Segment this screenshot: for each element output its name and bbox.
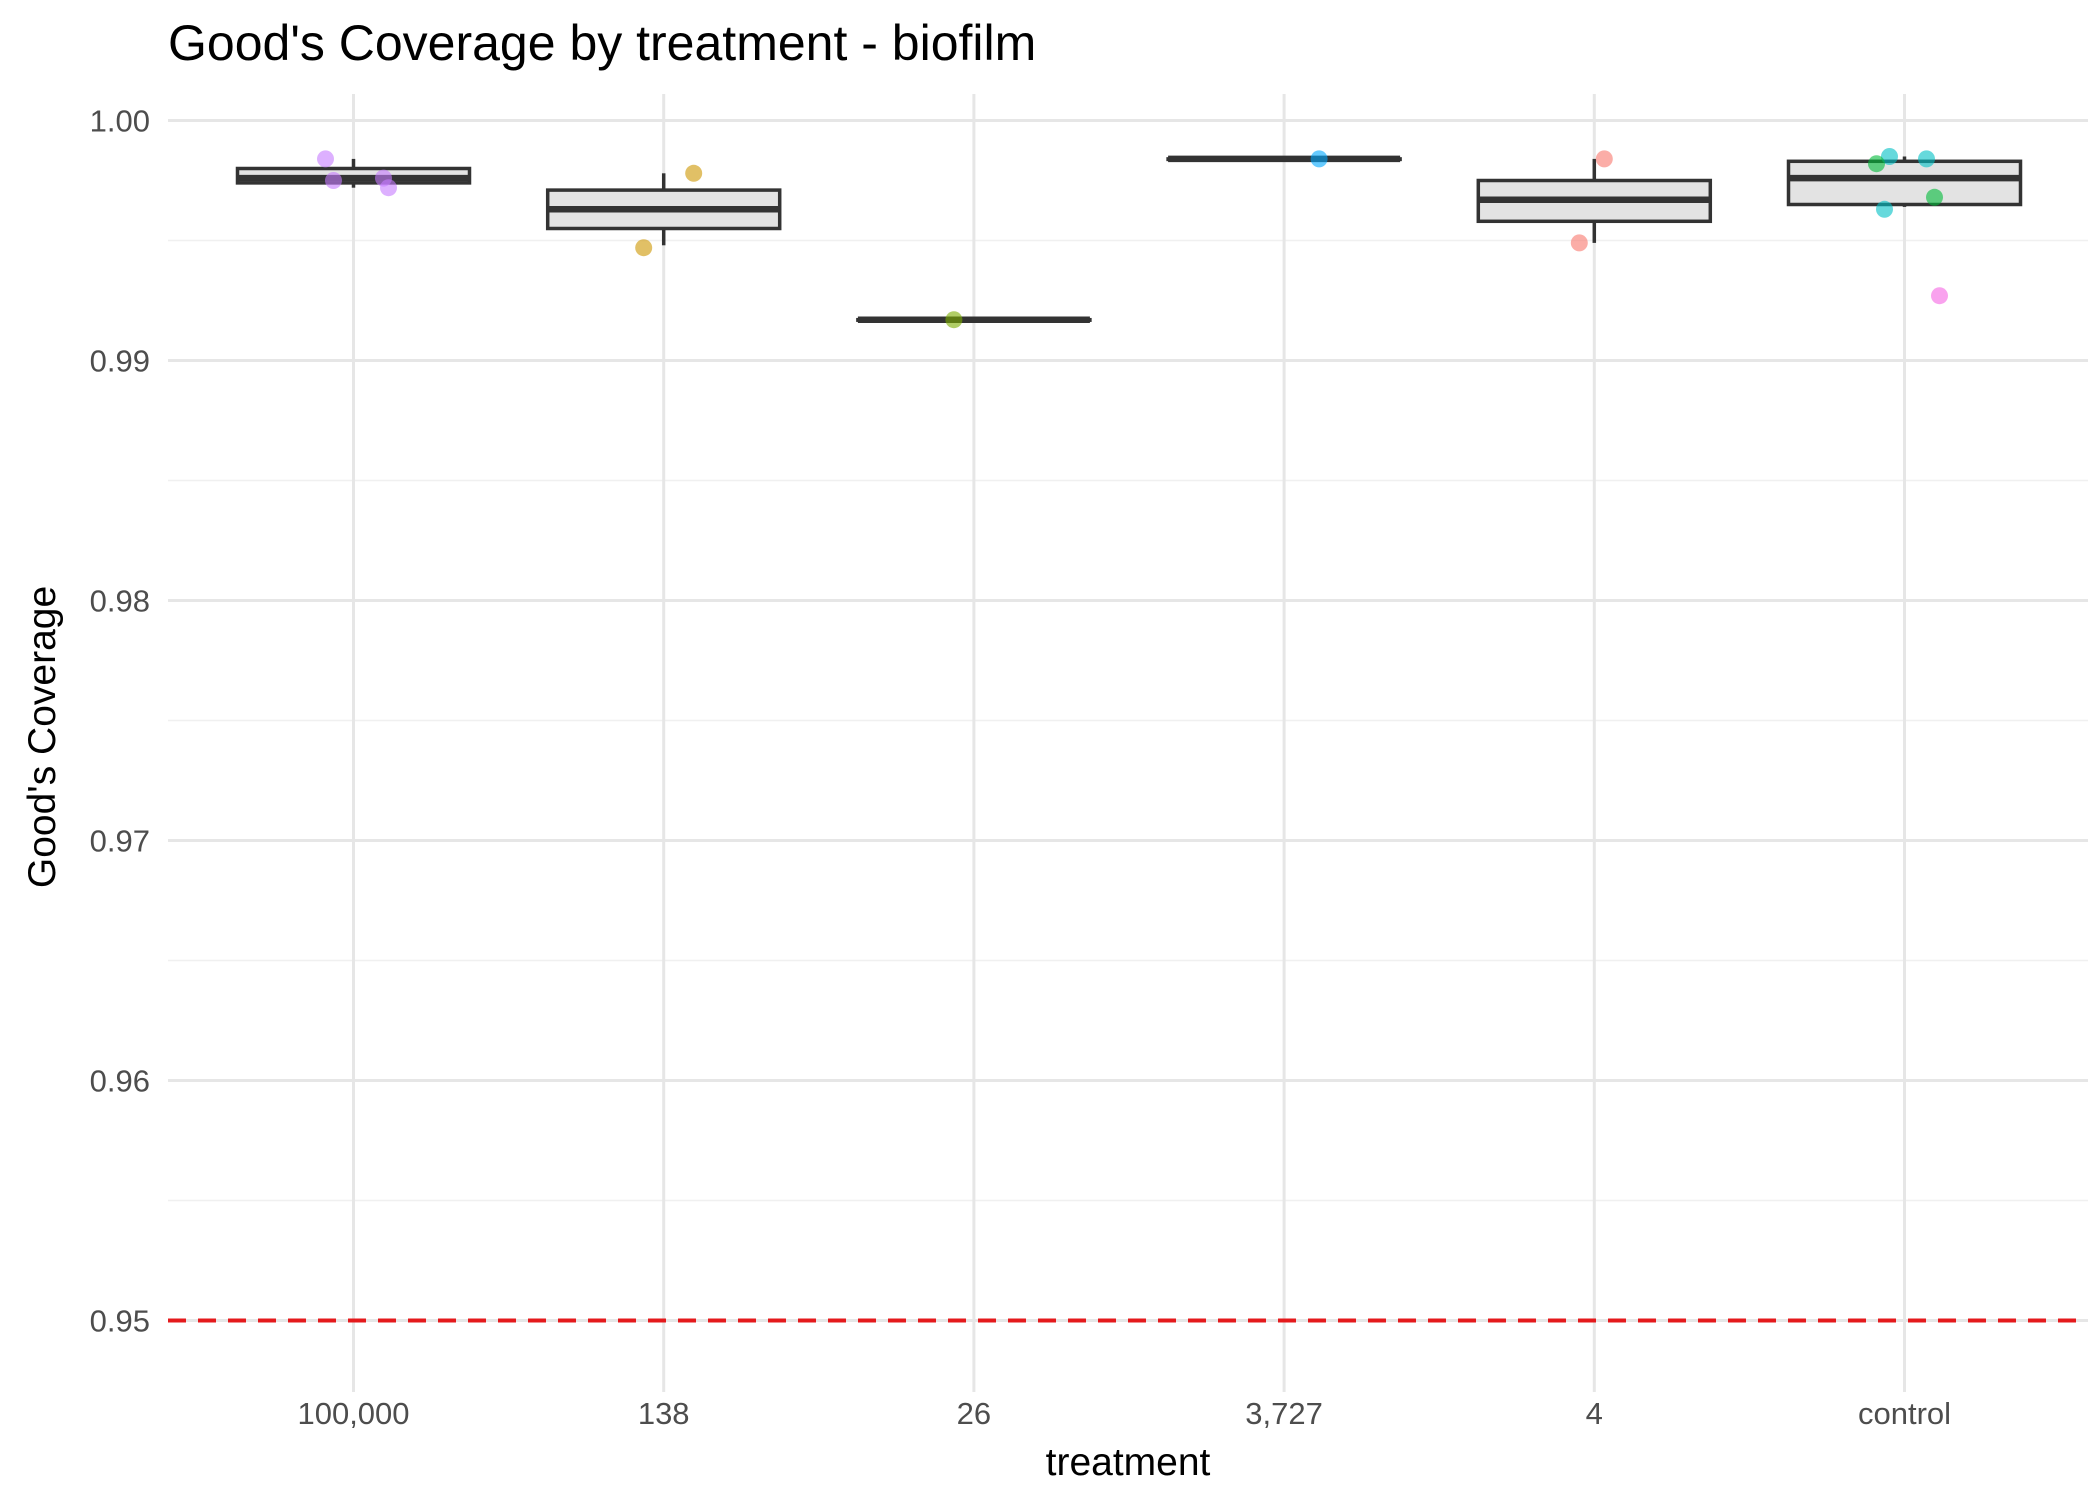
chart: 0.95 0.96 0.97 0.98 0.99 1.00 100,000 138 26 3,72… — [0, 0, 2100, 1500]
data-point — [325, 172, 342, 189]
data-point — [1918, 150, 1935, 168]
y-tick-label: 0.98 — [90, 584, 150, 619]
chart-canvas: 0.95 0.96 0.97 0.98 0.99 1.00 100,000 138 26 3,72… — [21, 15, 2088, 1484]
data-point — [635, 239, 653, 257]
data-point — [1570, 234, 1588, 252]
x-tick-label: 100,000 — [297, 1396, 409, 1431]
data-point — [317, 150, 334, 168]
y-tick-label: 0.95 — [90, 1304, 150, 1339]
x-tick-label: 3,727 — [1245, 1396, 1323, 1431]
data-point — [1868, 155, 1885, 173]
y-tick-label: 0.99 — [90, 344, 150, 379]
data-points — [317, 148, 1948, 329]
y-tick-label: 1.00 — [90, 104, 150, 139]
data-point — [1876, 200, 1893, 218]
grid — [168, 94, 2088, 1392]
x-axis-title: treatment — [1046, 1441, 1211, 1484]
x-tick-label: control — [1858, 1396, 1951, 1431]
boxplots — [235, 155, 2023, 323]
data-point — [380, 179, 397, 197]
data-point — [1931, 287, 1948, 305]
x-tick-label: 138 — [638, 1396, 690, 1431]
x-tick-label: 4 — [1586, 1396, 1603, 1431]
tick-labels: 0.95 0.96 0.97 0.98 0.99 1.00 100,000 138 26 3,72… — [90, 104, 1951, 1432]
x-tick-label: 26 — [957, 1396, 991, 1431]
data-point — [1595, 150, 1613, 168]
chart-title: Good's Coverage by treatment - biofilm — [168, 15, 1036, 71]
boxplot — [1166, 155, 1402, 163]
box — [1786, 159, 2023, 207]
boxplot — [1476, 158, 1713, 243]
y-axis-title: Good's Coverage — [21, 586, 64, 888]
data-point — [945, 311, 963, 329]
boxplot — [235, 158, 472, 188]
boxplot — [1786, 156, 2023, 207]
data-point — [1926, 188, 1943, 206]
boxplot — [545, 173, 782, 246]
y-tick-label: 0.97 — [90, 824, 150, 859]
y-tick-label: 0.96 — [90, 1064, 150, 1099]
data-point — [685, 164, 703, 182]
boxplot — [856, 316, 1092, 323]
data-point — [1310, 150, 1328, 168]
